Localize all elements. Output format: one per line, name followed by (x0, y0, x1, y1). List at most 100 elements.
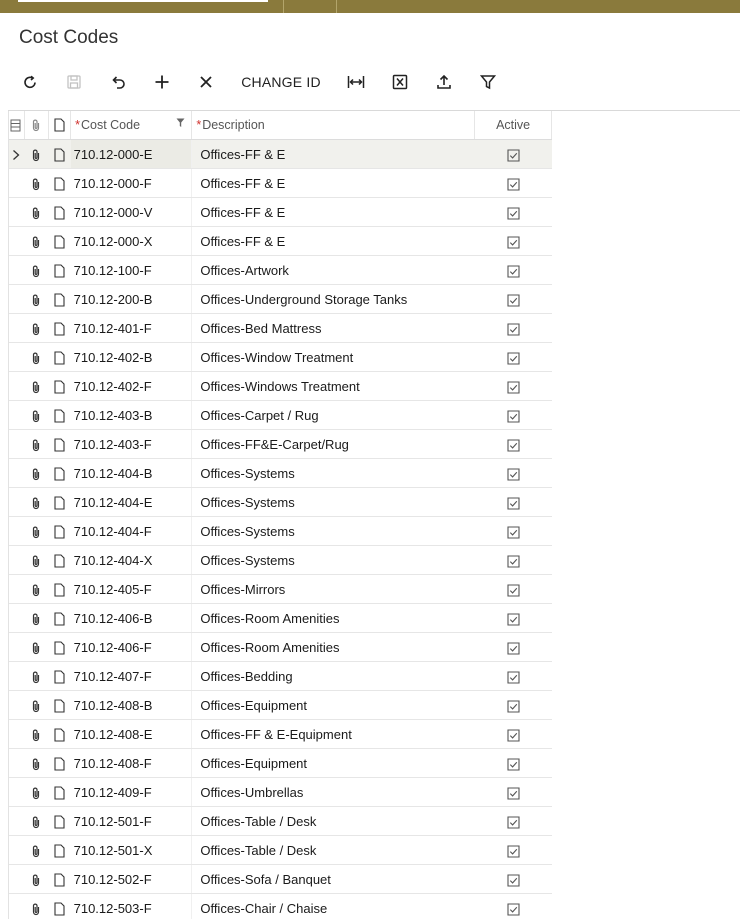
row-attachment-cell[interactable] (24, 459, 48, 488)
description-cell[interactable]: Offices-Window Treatment (192, 343, 475, 372)
row-attachment-cell[interactable] (24, 285, 48, 314)
table-row[interactable]: 710.12-502-FOffices-Sofa / Banquet (8, 865, 552, 894)
description-cell[interactable]: Offices-Room Amenities (192, 633, 475, 662)
active-checkbox-cell[interactable] (475, 546, 552, 575)
cost-code-cell[interactable]: 710.12-401-F (71, 314, 192, 343)
checkbox-checked-icon[interactable] (507, 236, 520, 249)
row-selector[interactable] (8, 343, 24, 372)
row-note-cell[interactable] (48, 488, 70, 517)
description-cell[interactable]: Offices-FF & E-Equipment (192, 720, 475, 749)
description-cell[interactable]: Offices-Windows Treatment (192, 372, 475, 401)
cost-code-cell[interactable]: 710.12-501-F (71, 807, 192, 836)
cost-code-cell[interactable]: 710.12-404-F (71, 517, 192, 546)
description-cell[interactable]: Offices-Equipment (192, 749, 475, 778)
active-checkbox-cell[interactable] (475, 256, 552, 285)
row-selector[interactable] (8, 604, 24, 633)
checkbox-checked-icon[interactable] (507, 265, 520, 278)
description-cell[interactable]: Offices-Equipment (192, 691, 475, 720)
save-button[interactable] (62, 66, 86, 98)
checkbox-checked-icon[interactable] (507, 845, 520, 858)
upload-button[interactable] (432, 66, 456, 98)
active-checkbox-cell[interactable] (475, 749, 552, 778)
row-attachment-cell[interactable] (24, 662, 48, 691)
description-cell[interactable]: Offices-Underground Storage Tanks (192, 285, 475, 314)
table-row[interactable]: 710.12-501-XOffices-Table / Desk (8, 836, 552, 865)
row-attachment-cell[interactable] (24, 169, 48, 198)
table-row[interactable]: 710.12-405-FOffices-Mirrors (8, 575, 552, 604)
row-attachment-cell[interactable] (24, 720, 48, 749)
active-checkbox-cell[interactable] (475, 691, 552, 720)
table-row[interactable]: 710.12-408-BOffices-Equipment (8, 691, 552, 720)
cost-code-cell[interactable]: 710.12-406-B (71, 604, 192, 633)
checkbox-checked-icon[interactable] (507, 294, 520, 307)
cost-code-cell[interactable]: 710.12-407-F (71, 662, 192, 691)
row-note-cell[interactable] (48, 633, 70, 662)
description-cell[interactable]: Offices-FF & E (192, 169, 475, 198)
checkbox-checked-icon[interactable] (507, 584, 520, 597)
description-cell[interactable]: Offices-Sofa / Banquet (192, 865, 475, 894)
row-selector-header[interactable] (8, 111, 24, 140)
active-checkbox-cell[interactable] (475, 662, 552, 691)
table-row[interactable]: 710.12-406-BOffices-Room Amenities (8, 604, 552, 633)
cost-code-cell[interactable]: 710.12-405-F (71, 575, 192, 604)
cost-code-cell[interactable]: 710.12-402-F (71, 372, 192, 401)
row-attachment-cell[interactable] (24, 633, 48, 662)
cost-code-cell[interactable]: 710.12-403-F (71, 430, 192, 459)
row-attachment-cell[interactable] (24, 691, 48, 720)
active-checkbox-cell[interactable] (475, 807, 552, 836)
cost-code-cell[interactable]: 710.12-000-V (71, 198, 192, 227)
row-note-cell[interactable] (48, 836, 70, 865)
description-cell[interactable]: Offices-Systems (192, 517, 475, 546)
active-checkbox-cell[interactable] (475, 198, 552, 227)
active-checkbox-cell[interactable] (475, 140, 552, 169)
row-note-cell[interactable] (48, 604, 70, 633)
row-selector[interactable] (8, 836, 24, 865)
checkbox-checked-icon[interactable] (507, 526, 520, 539)
cost-code-cell[interactable]: 710.12-408-B (71, 691, 192, 720)
active-checkbox-cell[interactable] (475, 894, 552, 919)
filter-button[interactable] (476, 66, 500, 98)
row-attachment-cell[interactable] (24, 488, 48, 517)
row-note-cell[interactable] (48, 343, 70, 372)
checkbox-checked-icon[interactable] (507, 439, 520, 452)
cost-code-column-header[interactable]: *Cost Code (71, 111, 192, 140)
description-cell[interactable]: Offices-Table / Desk (192, 836, 475, 865)
row-note-cell[interactable] (48, 778, 70, 807)
description-cell[interactable]: Offices-Systems (192, 488, 475, 517)
row-selector[interactable] (8, 256, 24, 285)
active-checkbox-cell[interactable] (475, 720, 552, 749)
row-note-cell[interactable] (48, 169, 70, 198)
delete-row-button[interactable] (194, 66, 218, 98)
cost-code-cell[interactable]: 710.12-408-F (71, 749, 192, 778)
fit-to-screen-button[interactable] (344, 66, 368, 98)
table-row[interactable]: 710.12-409-FOffices-Umbrellas (8, 778, 552, 807)
row-attachment-cell[interactable] (24, 575, 48, 604)
row-selector[interactable] (8, 749, 24, 778)
table-row[interactable]: 710.12-402-FOffices-Windows Treatment (8, 372, 552, 401)
row-note-cell[interactable] (48, 256, 70, 285)
table-row[interactable]: 710.12-404-XOffices-Systems (8, 546, 552, 575)
checkbox-checked-icon[interactable] (507, 729, 520, 742)
export-excel-button[interactable] (388, 66, 412, 98)
table-row[interactable]: 710.12-408-FOffices-Equipment (8, 749, 552, 778)
checkbox-checked-icon[interactable] (507, 700, 520, 713)
row-selector[interactable] (8, 575, 24, 604)
active-checkbox-cell[interactable] (475, 314, 552, 343)
row-selector[interactable] (8, 285, 24, 314)
table-row[interactable]: 710.12-000-XOffices-FF & E (8, 227, 552, 256)
cost-code-cell[interactable]: 710.12-403-B (71, 401, 192, 430)
row-attachment-cell[interactable] (24, 256, 48, 285)
description-column-header[interactable]: *Description (192, 111, 475, 140)
description-cell[interactable]: Offices-Chair / Chaise (192, 894, 475, 919)
active-checkbox-cell[interactable] (475, 372, 552, 401)
cost-code-cell[interactable]: 710.12-404-B (71, 459, 192, 488)
row-note-cell[interactable] (48, 865, 70, 894)
checkbox-checked-icon[interactable] (507, 903, 520, 916)
row-selector[interactable] (8, 546, 24, 575)
table-row[interactable]: 710.12-404-BOffices-Systems (8, 459, 552, 488)
attachments-header[interactable] (24, 111, 48, 140)
column-filter-icon[interactable] (176, 118, 185, 128)
table-row[interactable]: 710.12-000-EOffices-FF & E (8, 140, 552, 169)
checkbox-checked-icon[interactable] (507, 613, 520, 626)
active-checkbox-cell[interactable] (475, 517, 552, 546)
